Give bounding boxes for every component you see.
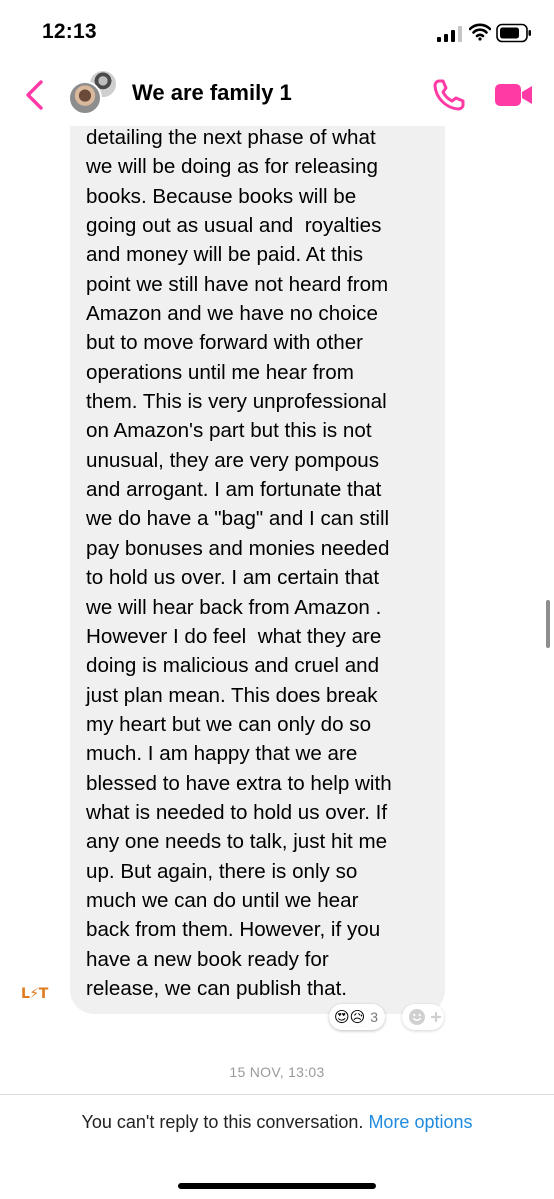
sender-logo[interactable]: L⚡T <box>21 986 48 1002</box>
scrollbar[interactable] <box>546 600 550 648</box>
avatar <box>68 81 102 115</box>
reaction-count: 3 <box>370 1009 379 1025</box>
message-text: detailing the next phase of what we will… <box>86 126 392 1000</box>
phone-icon[interactable] <box>432 78 466 112</box>
chat-title[interactable]: We are family 1 <box>132 80 292 106</box>
reaction-emojis: 😍😥 <box>334 1008 366 1026</box>
cellular-signal-icon <box>437 26 462 42</box>
video-camera-icon[interactable] <box>494 82 534 108</box>
add-reaction-button[interactable] <box>402 1004 444 1030</box>
group-avatar[interactable] <box>68 69 120 119</box>
home-indicator[interactable] <box>178 1183 376 1189</box>
status-time: 12:13 <box>42 20 97 43</box>
footer-notice-line: You can't reply to this conversation. Mo… <box>0 1112 554 1133</box>
reply-footer: You can't reply to this conversation. Mo… <box>0 1094 554 1199</box>
cannot-reply-notice: You can't reply to this conversation. <box>81 1112 364 1132</box>
wifi-icon <box>469 23 491 41</box>
chevron-left-icon[interactable] <box>22 79 46 111</box>
add-emoji-icon <box>409 1009 442 1025</box>
more-options-link[interactable]: More options <box>368 1112 472 1132</box>
status-bar: 12:13 <box>0 0 554 62</box>
battery-icon <box>496 23 531 43</box>
chat-header: We are family 1 <box>0 62 554 126</box>
message-timestamp: 15 NOV, 13:03 <box>229 1064 325 1080</box>
reaction-summary[interactable]: 😍😥 3 <box>329 1004 386 1030</box>
